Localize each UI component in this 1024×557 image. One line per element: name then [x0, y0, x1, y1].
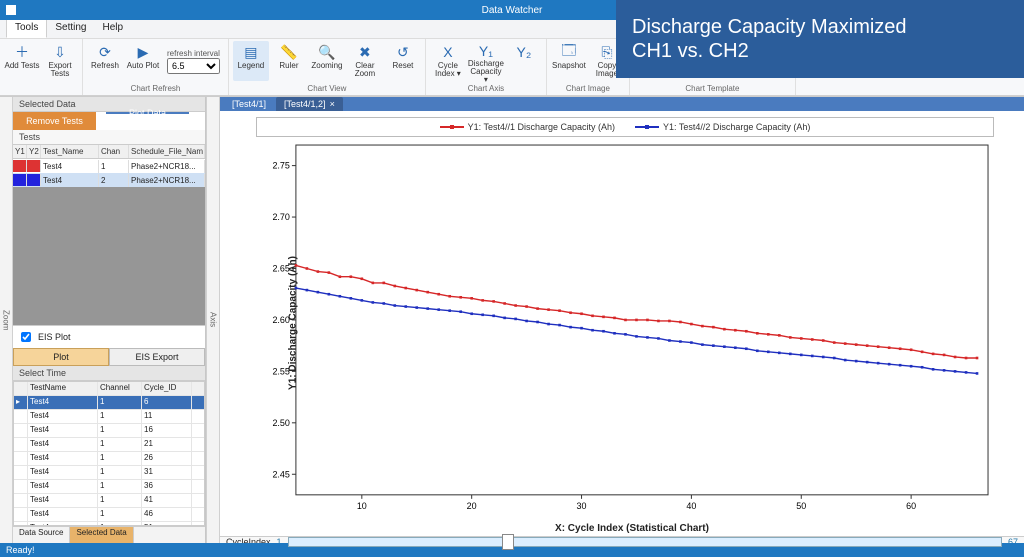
refresh-interval-select[interactable]: 6.5: [167, 58, 220, 74]
svg-text:10: 10: [357, 501, 367, 511]
left-panel: Selected Data Remove Tests Plot Data Tes…: [13, 97, 206, 543]
eis-plot-check-input[interactable]: [21, 332, 31, 342]
eis-section: EIS Plot Plot EIS Export: [13, 325, 205, 366]
ribbon-add-tests[interactable]: ＋Add Tests: [4, 41, 40, 81]
ribbon-snapshot[interactable]: 🗔Snapshot: [551, 41, 587, 81]
cycle-slider-thumb[interactable]: [502, 534, 514, 550]
chart-legend: Y1: Test4//1 Discharge Capacity (Ah) Y1: …: [256, 117, 994, 137]
svg-text:2.45: 2.45: [272, 469, 289, 479]
eis-plot-label: EIS Plot: [38, 332, 71, 342]
banner-line2: CH1 vs. CH2: [632, 39, 1024, 63]
remove-tests-button[interactable]: Remove Tests: [13, 112, 96, 130]
close-tab-icon[interactable]: ×: [330, 99, 335, 109]
ribbon-cycle-index-[interactable]: XCycle Index ▾: [430, 41, 466, 81]
plot-tab[interactable]: [Test4/1]: [224, 97, 274, 111]
select-time-caption: Select Time: [13, 366, 205, 381]
axis-rail[interactable]: Axis: [206, 97, 220, 543]
tests-table: Y1Y2Test_NameChanSchedule_File_Nam Test4…: [13, 145, 205, 325]
select-time-row[interactable]: ▸Test416: [14, 396, 204, 410]
eis-plot-button[interactable]: Plot: [13, 348, 109, 366]
ribbon-y-[interactable]: Y₂: [506, 41, 542, 81]
banner-line1: Discharge Capacity Maximized: [632, 15, 1024, 39]
tests-row[interactable]: Test41Phase2+NCR18...: [13, 159, 205, 173]
svg-text:2.75: 2.75: [272, 161, 289, 171]
cycle-slider-track[interactable]: [288, 537, 1002, 547]
svg-text:20: 20: [467, 501, 477, 511]
select-time-grid[interactable]: TestNameChannelCycle_ID▸Test416Test4111T…: [13, 381, 205, 526]
plot-tabs: [Test4/1][Test4/1,2]×: [220, 97, 1024, 111]
select-time-row[interactable]: Test4126: [14, 452, 204, 466]
plot-data-button[interactable]: Plot Data: [106, 112, 189, 114]
tests-row[interactable]: Test42Phase2+NCR18...: [13, 173, 205, 187]
select-time-row[interactable]: Test4121: [14, 438, 204, 452]
ribbon-export-tests[interactable]: ⇩Export Tests: [42, 41, 78, 81]
chart-wrap: [Test4/1][Test4/1,2]× Y1: Discharge Capa…: [220, 97, 1024, 543]
chart-area: Y1: Discharge Capacity (Ah) Y1: Test4//1…: [220, 111, 1024, 536]
menu-help[interactable]: Help: [95, 20, 132, 38]
select-time-row[interactable]: Test4111: [14, 410, 204, 424]
ribbon-ruler[interactable]: 📏Ruler: [271, 41, 307, 81]
menu-setting[interactable]: Setting: [47, 20, 94, 38]
ribbon-clear-zoom[interactable]: ✖Clear Zoom: [347, 41, 383, 81]
ribbon-zooming[interactable]: 🔍Zooming: [309, 41, 345, 81]
left-tab-data-source[interactable]: Data Source: [13, 527, 70, 543]
tests-empty-area: [13, 187, 205, 325]
svg-text:30: 30: [577, 501, 587, 511]
svg-text:2.65: 2.65: [272, 263, 289, 273]
svg-text:2.55: 2.55: [272, 366, 289, 376]
svg-text:2.70: 2.70: [272, 212, 289, 222]
svg-text:2.50: 2.50: [272, 418, 289, 428]
legend-item: Y1: Test4//1 Discharge Capacity (Ah): [440, 122, 615, 132]
eis-plot-checkbox[interactable]: EIS Plot: [13, 326, 205, 348]
main-area: Zoom Selected Data Remove Tests Plot Dat…: [0, 96, 1024, 543]
status-text: Ready!: [6, 545, 35, 555]
svg-text:60: 60: [906, 501, 916, 511]
select-time-row[interactable]: Test4141: [14, 494, 204, 508]
zoom-rail[interactable]: Zoom: [0, 97, 13, 543]
svg-text:40: 40: [686, 501, 696, 511]
tests-caption: Tests: [13, 130, 205, 145]
ribbon-discharge-capacity-[interactable]: Y₁Discharge Capacity ▾: [468, 41, 504, 81]
menu-tools[interactable]: Tools: [6, 19, 47, 38]
svg-text:50: 50: [796, 501, 806, 511]
eis-export-button[interactable]: EIS Export: [109, 348, 205, 366]
svg-text:2.60: 2.60: [272, 315, 289, 325]
plot-tab[interactable]: [Test4/1,2]×: [276, 97, 343, 111]
cycle-index-slider[interactable]: CycleIndex 1 67: [220, 536, 1024, 547]
ribbon-reset[interactable]: ↺Reset: [385, 41, 421, 81]
app-icon: [6, 5, 16, 15]
select-time-row[interactable]: Test4146: [14, 508, 204, 522]
select-time-row[interactable]: Test4131: [14, 466, 204, 480]
select-time-row[interactable]: Test4116: [14, 424, 204, 438]
left-tab-selected-data[interactable]: Selected Data: [70, 527, 133, 543]
window-title: Data Watcher: [482, 5, 543, 16]
x-axis-label: X: Cycle Index (Statistical Chart): [250, 523, 1014, 534]
ribbon-legend[interactable]: ▤Legend: [233, 41, 269, 81]
select-time-row[interactable]: Test4136: [14, 480, 204, 494]
select-time-panel: Select Time TestNameChannelCycle_ID▸Test…: [13, 366, 205, 526]
selected-data-caption: Selected Data: [13, 97, 205, 112]
left-bottom-tabs: Data SourceSelected Data: [13, 526, 205, 543]
ribbon-refresh[interactable]: ⟳Refresh: [87, 41, 123, 81]
ribbon-auto-plot[interactable]: ▶Auto Plot: [125, 41, 161, 81]
legend-item: Y1: Test4//2 Discharge Capacity (Ah): [635, 122, 810, 132]
overlay-banner: Discharge Capacity Maximized CH1 vs. CH2: [616, 0, 1024, 78]
chart-plot[interactable]: 2.45 2.50 2.55 2.60 2.65 2.70 2.75 10 20 30 40 50 60: [260, 139, 998, 521]
